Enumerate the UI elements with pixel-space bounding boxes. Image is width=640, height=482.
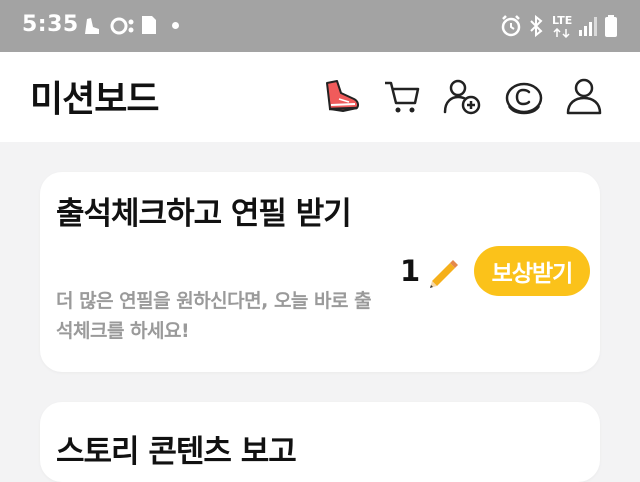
coin-icon xyxy=(505,82,543,115)
network-type-label: LTE xyxy=(552,14,573,27)
alarm-icon xyxy=(501,15,521,37)
sd-card-icon xyxy=(142,16,156,34)
profile-icon xyxy=(566,78,602,115)
record-icon xyxy=(110,17,134,35)
signal-icon xyxy=(579,17,597,36)
cart-button[interactable] xyxy=(380,74,424,118)
profile-button[interactable] xyxy=(562,74,606,118)
checkin-description: 더 많은 연필을 원하신다면, 오늘 바로 출석체크를 하세요! xyxy=(56,290,372,343)
story-mission-card: 스토리 콘텐츠 보고 xyxy=(40,402,600,482)
sneaker-notification-icon xyxy=(85,18,99,34)
pencil-icon xyxy=(430,260,458,288)
status-bar: 5:35 LTE xyxy=(0,0,640,52)
reward-count: 1 xyxy=(400,254,421,288)
data-arrows-icon xyxy=(553,28,570,38)
sneaker-icon xyxy=(326,80,359,112)
battery-icon xyxy=(605,15,617,37)
page-title: 미션보드 xyxy=(30,79,159,120)
coin-button[interactable] xyxy=(502,74,546,118)
story-mission-title: 스토리 콘텐츠 보고 xyxy=(56,434,297,470)
cart-icon xyxy=(385,81,420,113)
status-time: 5:35 xyxy=(22,12,79,37)
checkin-mission-card: 출석체크하고 연필 받기 더 많은 연필을 원하신다면, 오늘 바로 출석체크를… xyxy=(40,172,600,372)
notification-dot xyxy=(172,22,179,29)
add-friend-button[interactable] xyxy=(440,74,484,118)
sneaker-button[interactable] xyxy=(320,74,364,118)
add-friend-icon xyxy=(443,79,481,115)
checkin-title: 출석체크하고 연필 받기 xyxy=(56,196,352,232)
bluetooth-icon xyxy=(530,14,543,38)
claim-reward-button[interactable]: 보상받기 xyxy=(474,246,590,296)
